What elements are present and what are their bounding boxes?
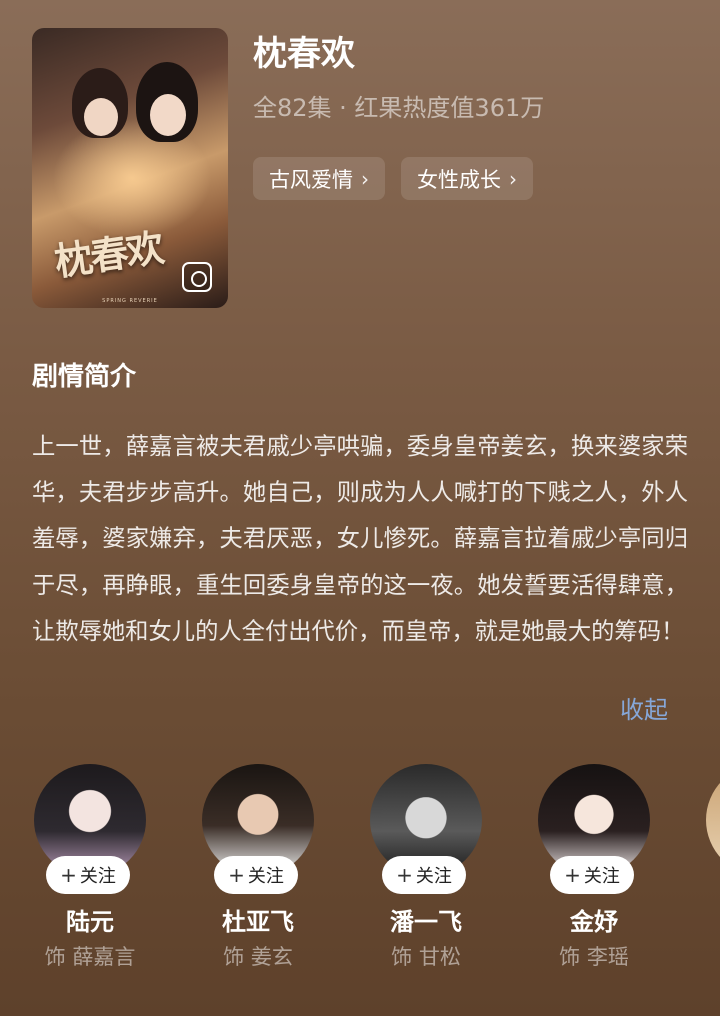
collapse-button[interactable]: 收起 [620, 690, 668, 730]
camera-icon[interactable] [182, 262, 212, 292]
tag-label: 女性成长 [417, 167, 501, 192]
poster-subtitle: SPRING REVERIE [102, 298, 158, 304]
cast-member[interactable]: + 关注 陆元 饰 薛嘉言 [32, 764, 148, 969]
synopsis-heading: 剧情简介 [32, 362, 137, 392]
tag-ancient-romance[interactable]: 古风爱情 › [253, 157, 385, 200]
cast-role: 饰 姜玄 [223, 945, 293, 969]
follow-label: 关注 [415, 866, 452, 887]
cast-member[interactable]: + 关注 潘一飞 饰 甘松 [368, 764, 484, 969]
follow-button[interactable]: + 关注 [382, 856, 466, 894]
avatar[interactable] [706, 764, 720, 876]
chevron-right-icon: › [509, 166, 517, 191]
show-meta: 全82集 · 红果热度值361万 [253, 94, 545, 122]
plus-icon: + [564, 863, 581, 887]
plus-icon: + [228, 863, 245, 887]
cast-name: 金妤 [570, 908, 618, 936]
plus-icon: + [396, 863, 413, 887]
show-poster[interactable]: 枕春欢 SPRING REVERIE [32, 28, 228, 308]
cast-name: 潘一飞 [390, 908, 462, 936]
poster-face-female [84, 98, 118, 136]
chevron-right-icon: › [361, 166, 369, 191]
follow-label: 关注 [247, 866, 284, 887]
show-title: 枕春欢 [253, 34, 355, 74]
tag-label: 古风爱情 [269, 167, 353, 192]
cast-member[interactable]: + 关注 金妤 饰 李瑶 [536, 764, 652, 969]
poster-face-male [150, 94, 186, 136]
cast-role: 饰 甘松 [391, 945, 461, 969]
cast-name: 杜亚飞 [222, 908, 294, 936]
follow-label: 关注 [583, 866, 620, 887]
synopsis-text: 上一世，薛嘉言被夫君戚少亭哄骗，委身皇帝姜玄，换来婆家荣华，夫君步步高升。她自己… [32, 433, 688, 645]
cast-member[interactable] [704, 764, 720, 876]
tag-female-growth[interactable]: 女性成长 › [401, 157, 533, 200]
follow-button[interactable]: + 关注 [550, 856, 634, 894]
cast-list: + 关注 陆元 饰 薛嘉言 + 关注 杜亚飞 饰 姜玄 + 关注 潘一飞 饰 甘… [32, 764, 720, 1016]
cast-role: 饰 李瑶 [559, 945, 629, 969]
cast-name: 陆元 [66, 908, 114, 936]
follow-label: 关注 [79, 866, 116, 887]
cast-member[interactable]: + 关注 杜亚飞 饰 姜玄 [200, 764, 316, 969]
plus-icon: + [60, 863, 77, 887]
cast-role: 饰 薛嘉言 [44, 945, 136, 969]
follow-button[interactable]: + 关注 [46, 856, 130, 894]
follow-button[interactable]: + 关注 [214, 856, 298, 894]
tag-list: 古风爱情 › 女性成长 › [253, 157, 533, 200]
